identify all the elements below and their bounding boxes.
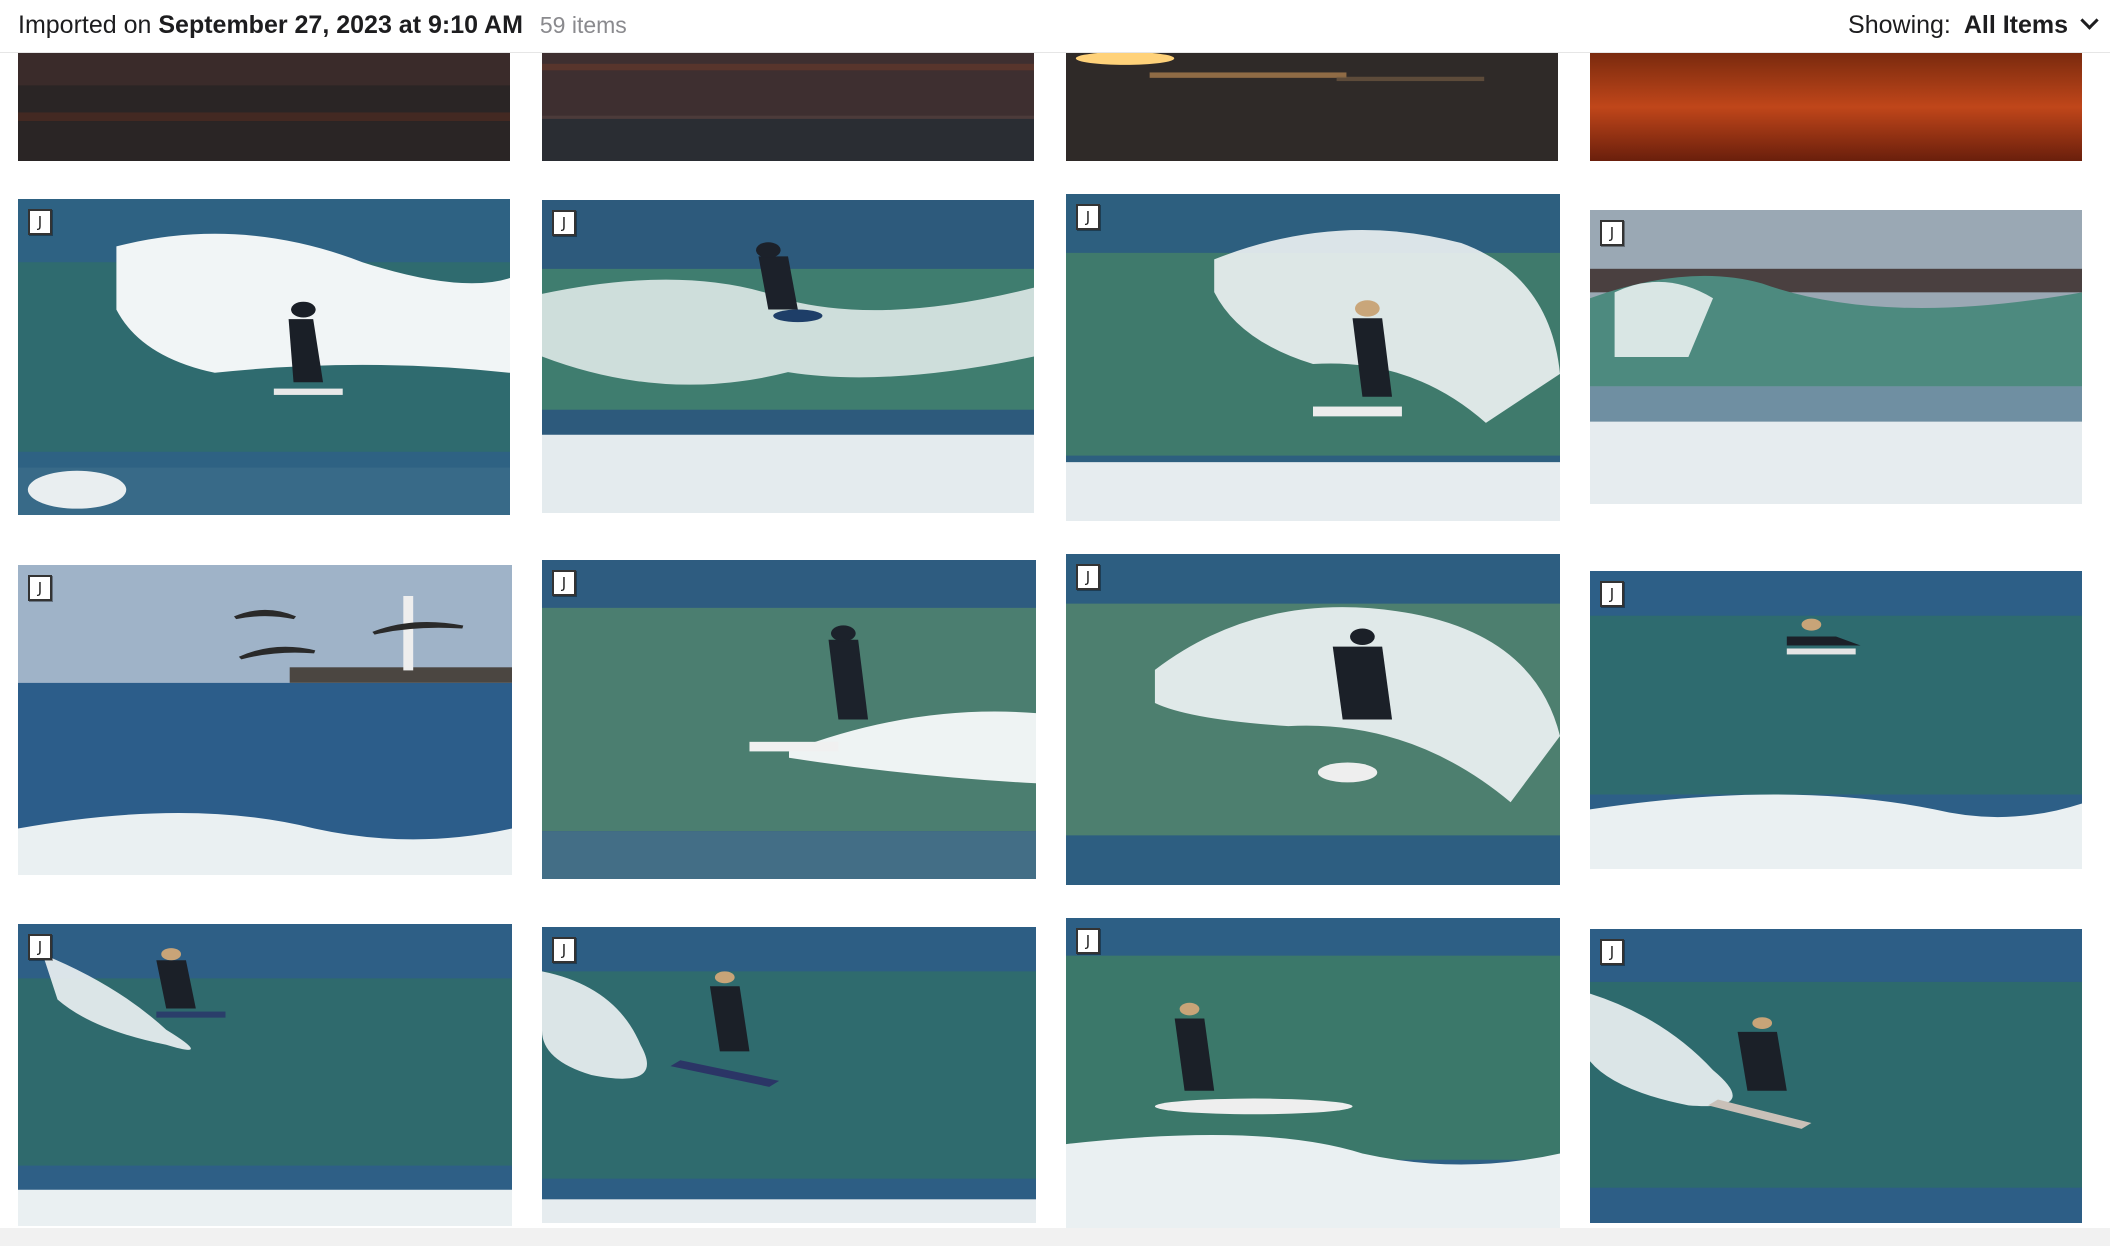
photo-thumbnail[interactable]: J [542,200,1034,513]
scroll-edge [0,1228,2110,1246]
photo-thumbnail[interactable] [1590,53,2082,161]
photo-thumbnail[interactable]: J [18,924,512,1226]
photo-thumbnail[interactable] [1066,53,1558,161]
jpeg-badge-icon: J [552,570,576,596]
photo-thumbnail[interactable] [542,53,1034,161]
jpeg-badge-icon: J [1600,220,1624,246]
jpeg-badge-icon: J [28,575,52,601]
showing-filter-dropdown[interactable]: Showing: All Items [1848,11,2099,40]
photo-thumbnail[interactable]: J [18,199,510,515]
photo-thumbnail[interactable]: J [1066,194,1560,521]
photo-thumbnail[interactable]: J [542,927,1036,1223]
import-info: Imported on September 27, 2023 at 9:10 A… [18,11,627,40]
photo-thumbnail[interactable]: J [1590,929,2082,1223]
photo-thumbnail[interactable] [18,53,510,161]
jpeg-badge-icon: J [28,209,52,235]
photo-grid: J J J J J J J J J J J J [0,0,2110,1246]
jpeg-badge-icon: J [552,210,576,236]
showing-value: All Items [1963,11,2069,39]
photo-thumbnail[interactable]: J [1590,210,2082,504]
jpeg-badge-icon: J [1076,928,1100,954]
import-header: Imported on September 27, 2023 at 9:10 A… [0,0,2110,53]
photo-thumbnail[interactable]: J [542,560,1036,879]
item-count: 59 items [539,12,627,38]
jpeg-badge-icon: J [552,937,576,963]
photo-thumbnail[interactable]: J [1590,571,2082,869]
photo-thumbnail[interactable]: J [18,565,512,875]
jpeg-badge-icon: J [1076,204,1100,230]
photo-thumbnail[interactable]: J [1066,554,1560,885]
showing-label: Showing: [1848,11,1951,39]
jpeg-badge-icon: J [1076,564,1100,590]
imported-date: September 27, 2023 at 9:10 AM [158,11,523,39]
photo-thumbnail[interactable]: J [1066,918,1560,1232]
jpeg-badge-icon: J [1600,581,1624,607]
jpeg-badge-icon: J [28,934,52,960]
chevron-down-icon [2080,11,2099,30]
imported-prefix: Imported on [18,11,152,39]
jpeg-badge-icon: J [1600,939,1624,965]
